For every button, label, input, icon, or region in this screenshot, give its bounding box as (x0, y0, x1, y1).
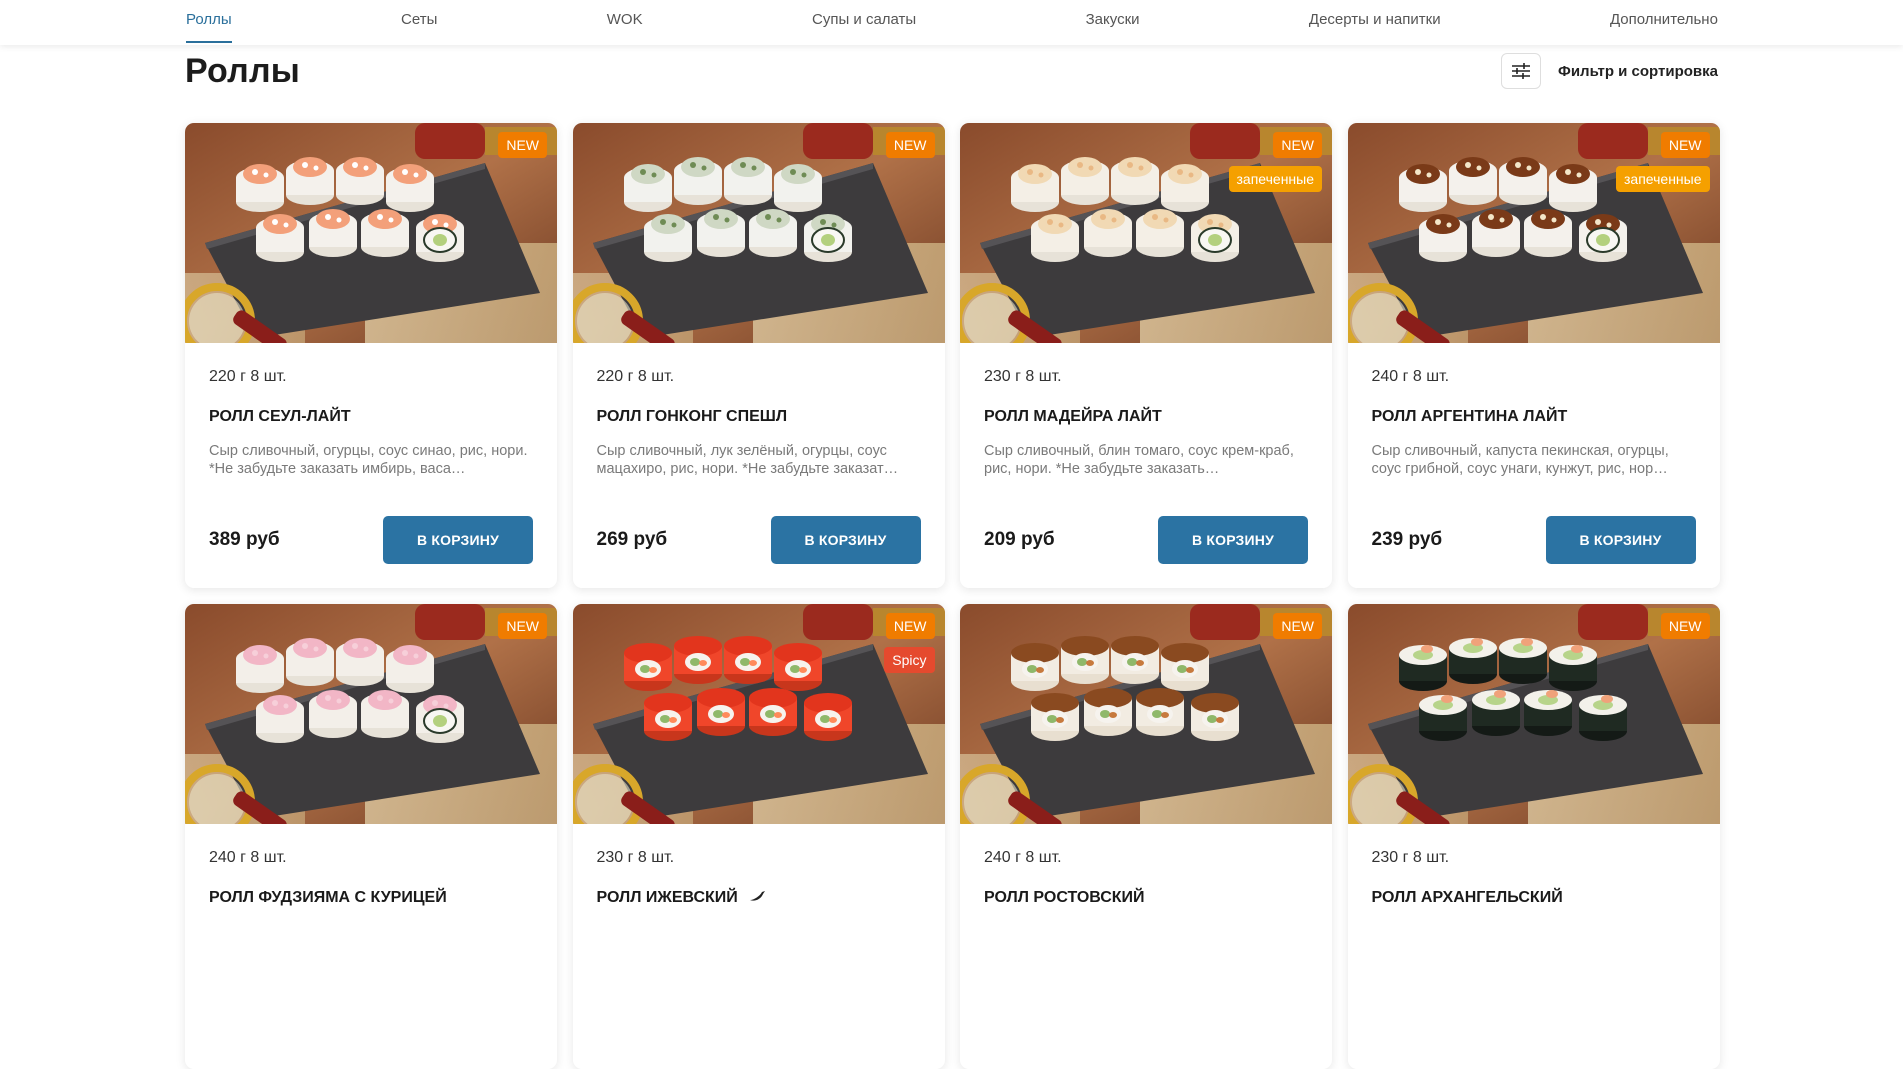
add-to-cart-button[interactable]: В КОРЗИНУ (1545, 516, 1696, 564)
product-image[interactable]: NEW запеченные (960, 123, 1332, 343)
product-name[interactable]: РОЛЛ ФУДЗИЯМА С КУРИЦЕЙ (209, 889, 533, 907)
badge-list: NEW запеченные (1228, 132, 1322, 192)
product-card[interactable]: NEW 240 г 8 шт. РОЛЛ РОСТОВСКИЙ (960, 604, 1332, 1069)
badge-list: NEW Spicy (884, 613, 935, 673)
product-image[interactable]: NEW Spicy (572, 604, 945, 824)
product-weight: 230 г 8 шт. (984, 368, 1062, 385)
product-price: 389 руб (209, 529, 280, 550)
new-badge: NEW (1660, 613, 1710, 639)
badge-list: NEW запеченные (1616, 132, 1710, 192)
product-name-text[interactable]: РОЛЛ АРХАНГЕЛЬСКИЙ (1372, 889, 1563, 907)
sliders-icon[interactable] (1501, 53, 1542, 89)
product-name-text[interactable]: РОЛЛ МАДЕЙРА ЛАЙТ (984, 408, 1162, 426)
badge-list: NEW (498, 132, 547, 158)
product-card[interactable]: NEW 220 г 8 шт. РОЛЛ ГОНКОНГ СПЕШЛ Сыр слив… (572, 123, 945, 588)
new-badge: NEW (498, 613, 547, 639)
product-card[interactable]: NEW 220 г 8 шт. РОЛЛ СЕУЛ-ЛАЙТ Сыр сливочны… (185, 123, 557, 588)
nav-tab[interactable]: Закуски (1086, 0, 1140, 45)
product-weight: 220 г 8 шт. (209, 368, 287, 385)
product-weight: 220 г 8 шт. (596, 368, 675, 385)
product-card[interactable]: NEW запеченные 240 г 8 шт. РОЛЛ АРГЕНТИНА Л… (1347, 123, 1720, 588)
product-name[interactable]: РОЛЛ АРГЕНТИНА ЛАЙТ (1372, 408, 1696, 426)
product-weight: 240 г 8 шт. (1371, 368, 1450, 385)
product-price: 209 руб (984, 529, 1055, 550)
product-description: Сыр сливочный, капуста пекинская, огурцы… (1371, 443, 1669, 477)
new-badge: NEW (1660, 132, 1710, 158)
product-name-text[interactable]: РОЛЛ СЕУЛ-ЛАЙТ (209, 408, 351, 426)
product-name-text[interactable]: РОЛЛ ФУДЗИЯМА С КУРИЦЕЙ (209, 889, 447, 907)
product-image[interactable]: NEW запеченные (1347, 123, 1720, 343)
product-description: Сыр сливочный, блин томаго, соус крем-кр… (984, 443, 1294, 477)
new-badge: NEW (498, 132, 547, 158)
product-name-text[interactable]: РОЛЛ АРГЕНТИНА ЛАЙТ (1372, 408, 1568, 426)
category-nav-items: Роллы Сеты WOK Супы и салаты Закуски Десерты … (186, 0, 1718, 45)
product-image[interactable]: NEW (960, 604, 1332, 824)
product-image[interactable]: NEW (185, 604, 557, 824)
product-price: 269 руб (596, 529, 668, 550)
product-name[interactable]: РОЛЛ ИЖЕВСКИЙ (597, 889, 921, 907)
product-weight: 230 г 8 шт. (596, 849, 675, 866)
product-card[interactable]: NEW 230 г 8 шт. РОЛЛ АРХАНГЕЛЬСКИЙ (1347, 604, 1720, 1069)
product-image[interactable]: NEW (572, 123, 945, 343)
nav-tab[interactable]: Супы и салаты (812, 0, 916, 45)
product-weight: 240 г 8 шт. (984, 849, 1062, 866)
product-name-text[interactable]: РОЛЛ РОСТОВСКИЙ (984, 889, 1145, 907)
product-grid: NEW 220 г 8 шт. РОЛЛ СЕУЛ-ЛАЙТ Сыр сливочны… (185, 123, 1720, 1069)
add-to-cart-button[interactable]: В КОРЗИНУ (1158, 516, 1308, 564)
nav-tab[interactable]: Роллы (186, 0, 232, 45)
product-description: Сыр сливочный, огурцы, соус синао, рис, … (209, 443, 528, 477)
product-name[interactable]: РОЛЛ ГОНКОНГ СПЕШЛ (597, 408, 921, 426)
chili-pepper-icon (748, 889, 766, 907)
product-name[interactable]: РОЛЛ МАДЕЙРА ЛАЙТ (984, 408, 1308, 426)
product-weight: 240 г 8 шт. (209, 849, 287, 866)
product-image[interactable]: NEW (185, 123, 557, 343)
product-name[interactable]: РОЛЛ РОСТОВСКИЙ (984, 889, 1308, 907)
product-name-text[interactable]: РОЛЛ ИЖЕВСКИЙ (597, 889, 738, 907)
new-badge: NEW (885, 613, 935, 639)
new-badge: NEW (1273, 132, 1322, 158)
baked-badge: запеченные (1616, 166, 1710, 192)
filter-sort-control[interactable]: Фильтр и сортировка (1501, 53, 1718, 89)
product-price: 239 руб (1371, 529, 1443, 550)
product-name[interactable]: РОЛЛ СЕУЛ-ЛАЙТ (209, 408, 533, 426)
nav-tab[interactable]: Дополнительно (1610, 0, 1718, 45)
product-name-text[interactable]: РОЛЛ ГОНКОНГ СПЕШЛ (597, 408, 788, 426)
new-badge: NEW (1273, 613, 1322, 639)
add-to-cart-button[interactable]: В КОРЗИНУ (383, 516, 533, 564)
page-title: Роллы (185, 52, 300, 90)
badge-list: NEW (1273, 613, 1322, 639)
product-weight: 230 г 8 шт. (1371, 849, 1450, 866)
badge-list: NEW (498, 613, 547, 639)
new-badge: NEW (885, 132, 935, 158)
add-to-cart-button[interactable]: В КОРЗИНУ (770, 516, 921, 564)
spicy-badge: Spicy (884, 647, 935, 673)
nav-tab[interactable]: Сеты (401, 0, 437, 45)
baked-badge: запеченные (1228, 166, 1322, 192)
product-name[interactable]: РОЛЛ АРХАНГЕЛЬСКИЙ (1372, 889, 1696, 907)
category-nav: Роллы Сеты WOK Супы и салаты Закуски Десерты … (0, 0, 1903, 45)
product-card[interactable]: NEW 240 г 8 шт. РОЛЛ ФУДЗИЯМА С КУРИЦЕЙ (185, 604, 557, 1069)
filter-sort-label[interactable]: Фильтр и сортировка (1558, 63, 1718, 80)
product-image[interactable]: NEW (1347, 604, 1720, 824)
badge-list: NEW (885, 132, 935, 158)
nav-tab[interactable]: WOK (607, 0, 643, 45)
nav-tab[interactable]: Десерты и напитки (1309, 0, 1441, 45)
product-card[interactable]: NEW запеченные 230 г 8 шт. РОЛЛ МАДЕЙРА ЛАЙ… (960, 123, 1332, 588)
badge-list: NEW (1660, 613, 1710, 639)
product-description: Сыр сливочный, лук зелёный, огурцы, соус… (596, 443, 899, 477)
product-card[interactable]: NEW Spicy 230 г 8 шт. РОЛЛ ИЖЕВСКИЙ (572, 604, 945, 1069)
